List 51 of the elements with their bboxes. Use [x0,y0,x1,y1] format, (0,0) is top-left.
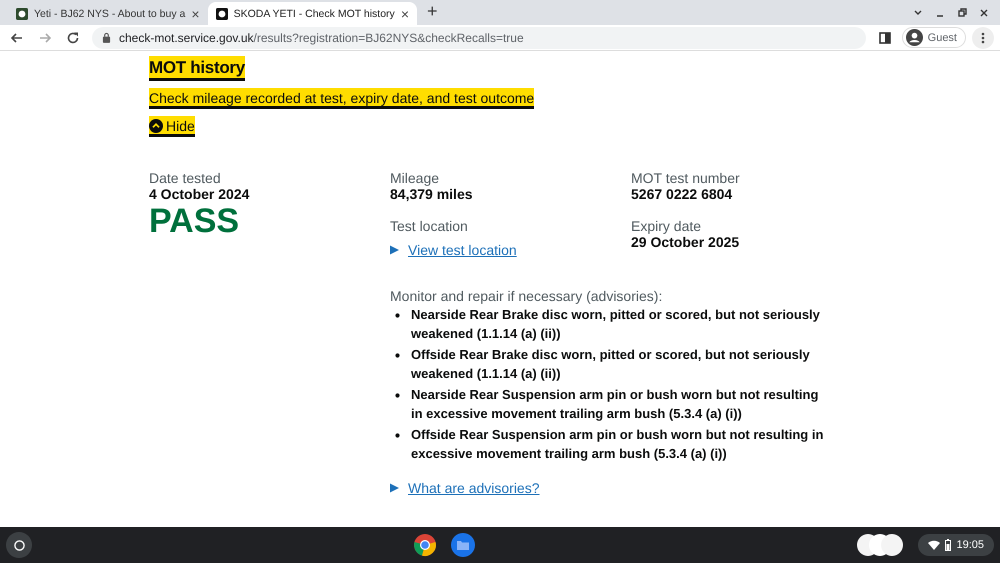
advisory-item: Offside Rear Suspension arm pin or bush worn but not resulting in excessive movement trailing arm bush (5.3.4 (a) (i)) [411,426,824,463]
advisories-link[interactable]: What are advisories? [408,480,540,496]
tab-title: SKODA YETI - Check MOT history [234,8,395,20]
bullet-icon [395,353,400,358]
field-label: Expiry date [631,218,702,234]
triangle-right-icon [390,483,399,493]
field-label: Test location [390,218,468,234]
lock-icon [102,32,111,43]
browser-app-icon[interactable] [413,533,438,557]
advisory-item: Offside Rear Brake disc worn, pitted or scored, but not seriously weakened (1.1.14 (a) (ii)) [411,346,811,383]
advisories-heading: Monitor and repair if necessary (advisories): [390,288,662,304]
field-label: MOT test number [631,170,740,186]
folder-app-icon[interactable] [451,533,476,557]
wifi-icon [928,540,940,550]
field-label: Date tested [149,170,221,186]
hide-link[interactable]: Hide [149,118,195,134]
field-value: 4 October 2024 [149,186,250,202]
browser-tab[interactable]: Yeti - BJ62 NYS - About to buy a × [8,2,208,25]
bullet-icon [395,393,400,398]
field-label: Mileage [390,170,440,186]
section-title[interactable]: MOT history [149,58,245,78]
section-subtitle[interactable]: Check mileage recorded at test, expiry date, and test outcome [149,90,534,106]
battery-icon [945,539,952,551]
browser-tab[interactable]: SKODA YETI - Check MOT history × [208,2,417,25]
site-icon [216,8,228,20]
field-value: 5267 0222 6804 [631,186,732,202]
bullet-icon [395,313,400,318]
tab-title: Yeti - BJ62 NYS - About to buy a [34,8,186,20]
close-icon[interactable]: × [191,6,200,22]
clock: 19:05 [956,539,984,551]
advisory-item: Nearside Rear Suspension arm pin or bush worn but not resulting in excessive movement trailing arm bush (5.3.4 (a) (i)) [411,386,820,423]
close-icon[interactable] [978,7,990,19]
avatar-icon [906,29,923,46]
menu-icon[interactable] [972,26,994,48]
restore-icon[interactable] [956,7,968,19]
triangle-right-icon [390,245,399,255]
advisory-item: Nearside Rear Brake disc worn, pitted or scored, but not seriously weakened (1.1.14 (a) (ii)) [411,306,821,343]
close-icon[interactable]: × [400,6,409,22]
chevron-up-icon [149,119,163,133]
circle-icon [14,540,24,550]
test-result: PASS [149,202,240,240]
view-location-link[interactable]: View test location [408,242,517,258]
field-value: 29 October 2025 [631,234,740,250]
profile-button[interactable]: Guest [902,27,966,48]
bullet-icon [395,433,400,438]
launcher-button[interactable] [6,532,32,558]
new-tab-button[interactable]: + [427,1,438,22]
status-tray[interactable]: 19:05 [918,534,994,556]
field-value: 84,379 miles [390,186,473,202]
address-bar[interactable]: check-mot.service.gov.uk/results?registration=BJ62NYS&checkRecalls=true [92,26,866,48]
site-icon [16,8,28,20]
